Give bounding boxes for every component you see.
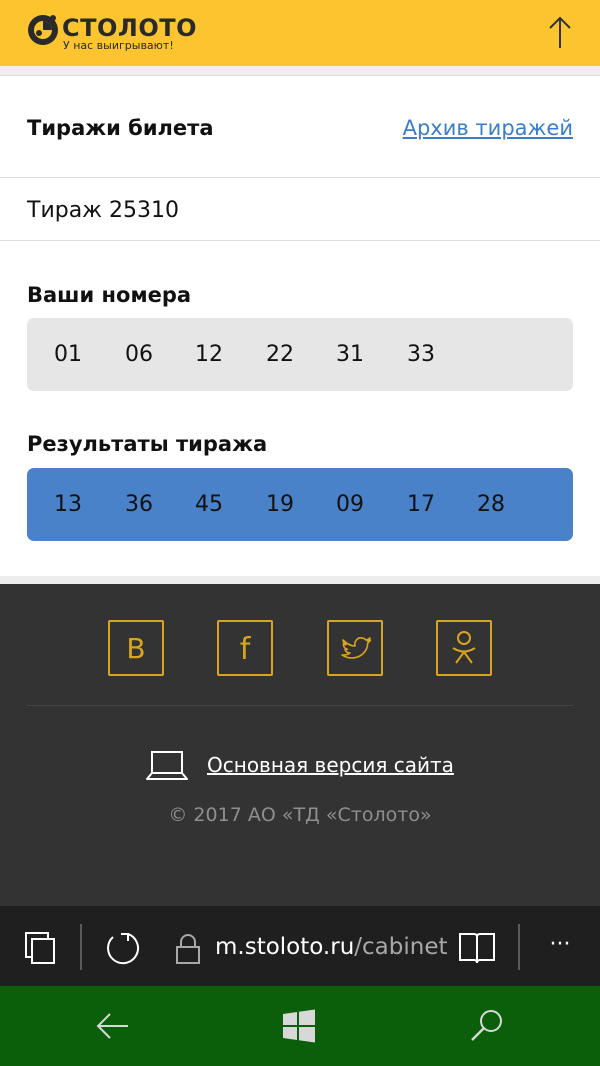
svg-text:f: f [240, 632, 252, 667]
stoloto-logo[interactable]: СТОЛОТО У нас выигрывают! [26, 10, 226, 56]
draw-results-title: Результаты тиража [27, 432, 268, 456]
draw-label: Тираж 25310 [27, 198, 179, 223]
svg-text:B: B [126, 632, 145, 665]
url-path: /cabinet [354, 934, 448, 960]
draw-archive-link[interactable]: Архив тиражей [403, 114, 573, 142]
result-number: 45 [195, 492, 223, 517]
toolbar-separator [518, 924, 520, 970]
main-version-link[interactable]: Основная версия сайта [207, 752, 454, 778]
tabs-icon[interactable] [24, 930, 56, 966]
your-number: 22 [266, 342, 294, 367]
stoloto-logo-icon [28, 15, 58, 45]
odnoklassniki-icon [452, 631, 476, 664]
copyright: © 2017 АО «ТД «Столото» [168, 804, 432, 826]
url-domain: m.stoloto.ru [215, 934, 355, 960]
odnoklassniki-button[interactable] [436, 620, 492, 676]
result-number: 17 [407, 492, 435, 517]
your-number: 33 [407, 342, 435, 367]
windows-start-icon[interactable] [281, 1008, 317, 1044]
facebook-icon: f [240, 632, 252, 667]
logo-name: СТОЛОТО [62, 14, 197, 42]
vk-button[interactable]: B [108, 620, 164, 676]
result-number: 28 [477, 492, 505, 517]
back-arrow-icon[interactable] [94, 1008, 132, 1044]
your-number: 01 [54, 342, 82, 367]
logo-slogan: У нас выигрывают! [63, 39, 174, 52]
reading-view-icon[interactable] [457, 930, 497, 966]
your-numbers-box: 01 06 12 22 31 33 [27, 318, 573, 391]
header-divider [0, 66, 600, 76]
ticket-draws-title: Тиражи билета [27, 116, 214, 140]
your-number: 06 [125, 342, 153, 367]
lock-icon [176, 934, 200, 964]
your-numbers-title: Ваши номера [27, 283, 192, 307]
result-number: 19 [266, 492, 294, 517]
result-number: 09 [336, 492, 364, 517]
content-divider [0, 576, 600, 584]
result-number: 36 [125, 492, 153, 517]
search-icon[interactable] [468, 1006, 506, 1044]
facebook-button[interactable]: f [217, 620, 273, 676]
more-icon[interactable]: ··· [540, 930, 580, 960]
site-footer [0, 584, 600, 906]
arrow-up-icon[interactable] [542, 14, 578, 52]
twitter-button[interactable] [327, 620, 383, 676]
address-url[interactable]: m.stoloto.ru/cabinet [215, 932, 448, 962]
vk-icon: B [126, 632, 145, 665]
your-number: 31 [336, 342, 364, 367]
your-number: 12 [195, 342, 223, 367]
draw-results-box: 13 36 45 19 09 17 28 [27, 468, 573, 541]
refresh-icon[interactable] [103, 929, 141, 967]
footer-divider [27, 705, 573, 706]
twitter-icon [341, 637, 372, 659]
laptop-icon [146, 751, 188, 780]
toolbar-separator [80, 924, 82, 970]
result-number: 13 [54, 492, 82, 517]
